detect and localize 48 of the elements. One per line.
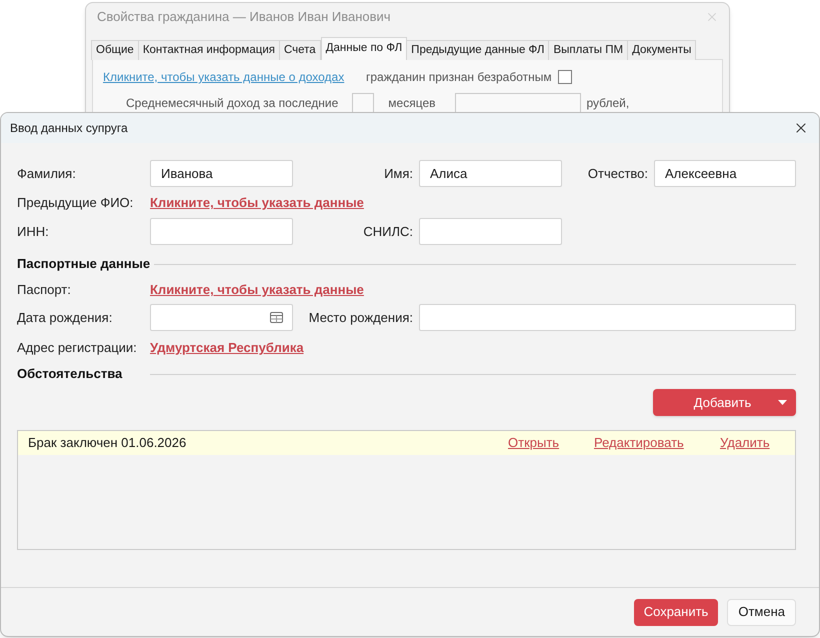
tab[interactable]: Общие <box>91 40 139 60</box>
months-unit: месяцев <box>388 95 436 112</box>
caret-icon <box>778 400 787 405</box>
link[interactable]: Кликните, чтобы указать данные <box>150 280 364 300</box>
surname-field[interactable]: Иванова <box>150 160 293 187</box>
dialog-title: Ввод данных супруга <box>10 120 128 137</box>
list-row[interactable]: Брак заключен 01.06.2026 Открыть Редактировать Удалить <box>18 431 795 455</box>
tab[interactable]: Выплаты ПМ <box>548 40 628 60</box>
field-label: Дата рождения: <box>17 308 114 327</box>
field-label: СНИЛС: <box>362 222 414 241</box>
cancel-button[interactable]: Отмена <box>727 598 796 626</box>
tab[interactable]: Данные по ФЛ <box>320 37 408 60</box>
add-button[interactable]: Добавить <box>653 389 796 416</box>
birth-place-field[interactable] <box>419 304 796 331</box>
income-label: Среднемесячный доход за последние <box>126 95 338 112</box>
field-label: Предыдущие ФИО: <box>17 194 134 212</box>
item-text: Брак заключен 01.06.2026 <box>28 434 188 452</box>
inn-field[interactable] <box>150 218 293 245</box>
action-link[interactable]: Удалить <box>720 435 770 450</box>
action-link[interactable]: Редактировать <box>594 435 684 450</box>
snils-field[interactable] <box>419 218 562 245</box>
unemployed-checkbox[interactable] <box>558 70 572 84</box>
patronymic-field[interactable]: Алексеевна <box>654 160 796 187</box>
currency-unit: рублей, <box>586 95 630 112</box>
action-link[interactable]: Открыть <box>508 435 560 450</box>
first-name-field[interactable]: Алиса <box>419 160 562 187</box>
field-label: Место рождения: <box>308 308 414 327</box>
window-title: Свойства гражданина — Иванов Иван Иванович <box>97 8 391 26</box>
field-label: Паспорт: <box>17 281 72 300</box>
tab[interactable]: Документы <box>627 40 696 60</box>
unemployed-label: гражданин признан безработным <box>366 69 552 86</box>
field-label: Имя: <box>383 164 414 183</box>
section-title: Паспортные данные <box>17 255 152 274</box>
income-field[interactable] <box>454 92 580 114</box>
field-label: Адрес регистрации: <box>17 339 138 358</box>
field-label: Фамилия: <box>17 164 77 183</box>
tab[interactable]: Контактная информация <box>138 40 280 60</box>
link[interactable]: Кликните, чтобы указать данные <box>150 193 364 213</box>
date-field[interactable] <box>150 304 293 331</box>
field-label: ИНН: <box>17 222 50 241</box>
tab[interactable]: Предыдущие данные ФЛ <box>406 40 550 60</box>
tab[interactable]: Счета <box>278 40 321 60</box>
save-button[interactable]: Сохранить <box>634 598 718 626</box>
field-label: Отчество: <box>586 164 649 183</box>
calendar-icon[interactable] <box>270 312 283 323</box>
link[interactable]: Удмуртская Республика <box>150 338 304 358</box>
months-field[interactable] <box>352 92 374 114</box>
section-title: Обстоятельства <box>17 365 124 384</box>
